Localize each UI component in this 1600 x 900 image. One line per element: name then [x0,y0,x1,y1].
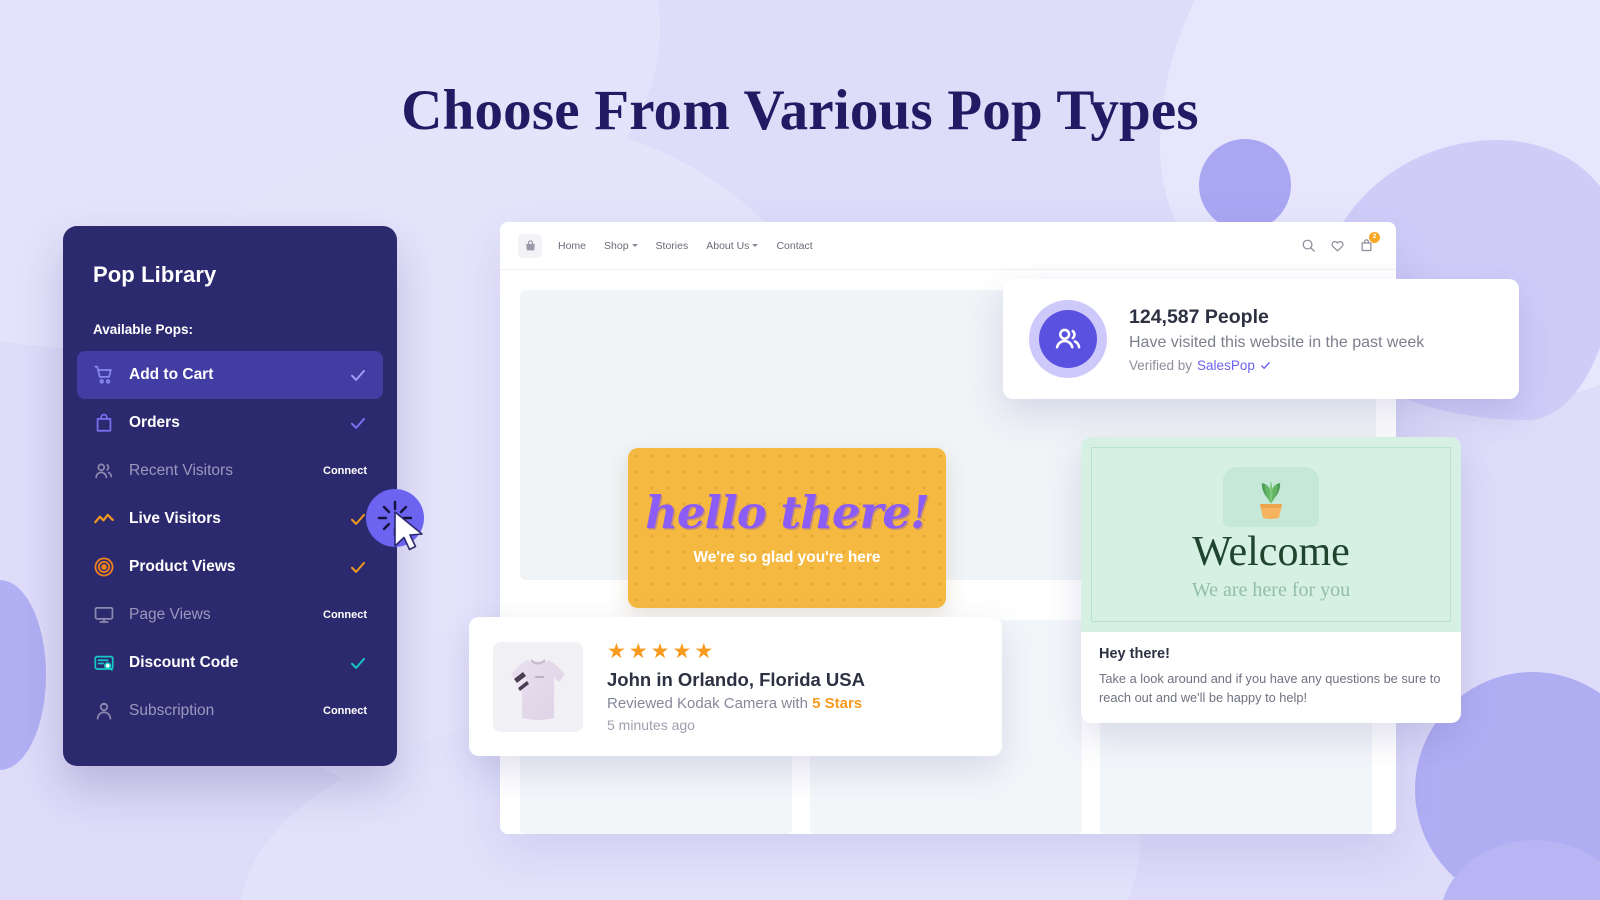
pop-list-item-orders[interactable]: Orders [77,399,383,447]
welcome-body: Hey there! Take a look around and if you… [1081,632,1461,707]
nav-link-shop[interactable]: Shop [604,240,638,252]
pop-list-item-label: Product Views [129,558,236,575]
product-review-pop-card[interactable]: ★ ★ ★ ★ ★ John in Orlando, Florida USA Revie… [469,617,1002,756]
pop-list-item-discount-code[interactable]: Discount Code [77,639,383,687]
background-circle-top [1199,139,1291,231]
pop-connect-button[interactable]: Connect [323,465,367,477]
welcome-hero: Welcome We are here for you [1081,437,1461,632]
trend-line-icon [93,508,115,530]
visitors-pop-text: 124,587 People Have visited this website… [1129,305,1424,373]
chevron-down-icon [752,244,759,247]
shopping-cart-icon [93,364,115,386]
coupon-search-icon [93,652,115,674]
two-people-icon [1039,310,1097,368]
pop-list-item-label: Live Visitors [129,510,221,527]
star-icon: ★ [628,639,648,663]
verified-brand-link[interactable]: SalesPop [1197,358,1255,373]
pop-connect-label: Connect [323,465,367,477]
welcome-pop-card[interactable]: Welcome We are here for you Hey there! T… [1081,437,1461,723]
target-icon [93,556,115,578]
pop-list-item-page-views[interactable]: Page Views Connect [77,591,383,639]
recent-visitors-pop-card[interactable]: 124,587 People Have visited this website… [1003,279,1519,399]
nav-link-label: Shop [604,239,629,252]
pop-library-title: Pop Library [93,262,217,287]
reviewer-name-location: John in Orlando, Florida USA [607,668,865,690]
chevron-down-icon [631,244,638,247]
pop-connect-label: Connect [323,705,367,717]
pop-enabled-check-icon[interactable] [349,366,367,384]
monitor-icon [93,604,115,626]
welcome-title: Welcome [1192,529,1350,575]
welcome-hero-frame: Welcome We are here for you [1091,447,1451,622]
pop-enabled-check-icon[interactable] [349,558,367,576]
pop-library-panel: Pop Library Available Pops: Add to Cart O… [63,226,397,766]
star-icon: ★ [607,639,626,663]
users-icon [93,460,115,482]
person-badge-icon [93,700,115,722]
review-pop-text: ★ ★ ★ ★ ★ John in Orlando, Florida USA Revie… [607,641,865,733]
cart-bag-icon[interactable]: 2 [1359,232,1380,253]
pop-list-item-label: Add to Cart [129,366,214,383]
visitors-description: Have visited this website in the past we… [1129,334,1425,352]
nav-link-home[interactable]: Home [558,240,586,252]
site-navbar: Home Shop Stories About Us Contact 2 [500,222,1396,270]
shopping-bag-icon [93,412,115,434]
star-rating: ★ ★ ★ ★ ★ [607,641,865,662]
pop-list-item-subscription[interactable]: Subscription Connect [77,687,383,735]
pop-connect-button[interactable]: Connect [323,705,367,717]
review-summary: Reviewed Kodak Camera with 5 Stars [607,695,865,712]
nav-link-contact[interactable]: Contact [776,240,812,252]
pop-enabled-check-icon[interactable] [349,654,367,672]
cart-badge-count: 2 [1369,232,1380,243]
check-icon [1260,362,1270,370]
star-icon: ★ [694,639,714,663]
welcome-body-heading: Hey there! [1099,646,1170,662]
visitors-avatar-ring [1029,300,1107,378]
pop-list-item-label: Subscription [129,702,215,719]
hello-there-banner: hello there! We're so glad you're here [628,448,946,608]
nav-link-stories[interactable]: Stories [656,240,689,252]
review-timestamp: 5 minutes ago [607,716,695,733]
pop-list-item-label: Discount Code [129,654,239,671]
search-icon[interactable] [1301,238,1316,253]
visitors-verified-line: Verified by SalesPop [1129,358,1424,373]
available-pops-label: Available Pops: [93,322,194,337]
pop-list-item-add-to-cart[interactable]: Add to Cart [77,351,383,399]
nav-link-label: Contact [776,239,813,252]
welcome-body-text: Take a look around and if you have any q… [1099,671,1441,705]
nav-link-about-us[interactable]: About Us [706,239,759,252]
review-prefix: Reviewed Kodak Camera with [607,694,808,712]
review-rating-text: 5 Stars [812,694,863,712]
pop-list: Add to Cart Orders Recent Visitors Connect L… [63,351,397,735]
star-icon: ★ [650,639,670,663]
pop-enabled-check-icon[interactable] [349,414,367,432]
navbar-actions: 2 [1301,232,1380,253]
pop-list-item-label: Page Views [129,606,211,623]
visitors-count: 124,587 People [1129,305,1269,328]
welcome-subtitle: We are here for you [1191,579,1351,601]
pop-enabled-check-icon[interactable] [349,510,367,528]
pop-list-item-label: Recent Visitors [129,462,233,479]
potted-plant-icon [1223,467,1319,527]
pop-list-item-label: Orders [129,414,180,431]
pop-list-item-recent-visitors[interactable]: Recent Visitors Connect [77,447,383,495]
pop-list-item-live-visitors[interactable]: Live Visitors [77,495,383,543]
nav-link-label: About Us [706,239,750,252]
nav-link-label: Stories [655,239,689,252]
hello-banner-headline: hello there! [645,485,929,539]
mouse-cursor-icon [394,511,423,551]
background-circle-left [0,580,46,770]
pop-connect-button[interactable]: Connect [323,609,367,621]
jersey-product-image [493,641,583,732]
verified-prefix: Verified by [1129,358,1193,374]
pop-list-item-product-views[interactable]: Product Views [77,543,383,591]
hello-banner-subline: We're so glad you're here [693,548,881,566]
nav-link-label: Home [558,239,587,252]
pop-connect-label: Connect [323,609,367,621]
star-icon: ★ [672,639,692,663]
heart-icon[interactable] [1330,238,1345,253]
shopping-bag-logo-icon[interactable] [518,233,542,258]
page-title: Choose From Various Pop Types [401,79,1199,142]
